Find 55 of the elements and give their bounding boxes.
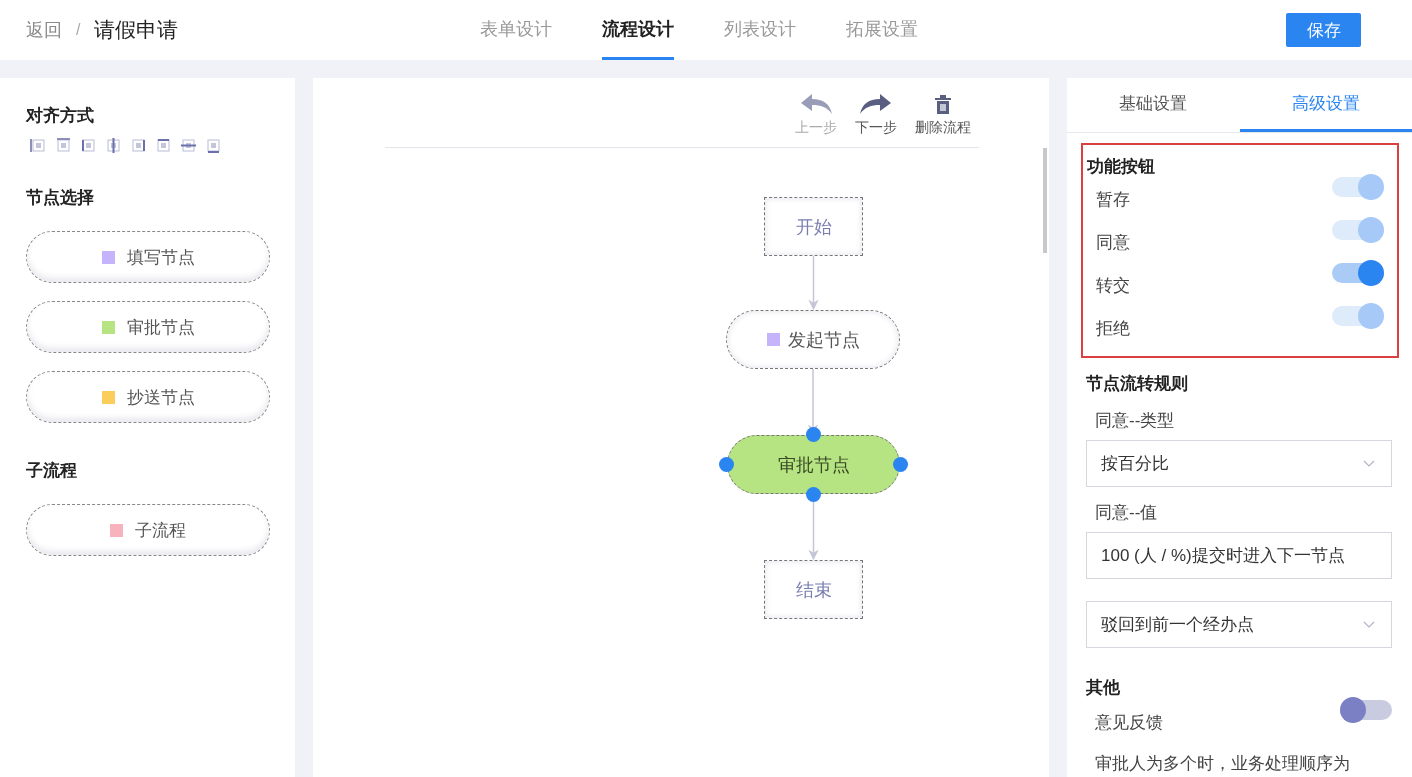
flow-node[interactable]: 结束 <box>764 560 863 619</box>
node-label: 结束 <box>795 578 832 602</box>
delete-button[interactable]: 删除流程 <box>915 95 971 137</box>
toggle-switch[interactable] <box>1340 699 1392 720</box>
select-field[interactable]: 按百分比 <box>1086 440 1392 487</box>
toggle-label: 意见反馈 <box>1095 712 1163 734</box>
node-label: 发起节点 <box>787 328 860 352</box>
align-icon[interactable] <box>105 137 122 154</box>
node-label: 开始 <box>795 215 832 239</box>
select-field[interactable]: 驳回到前一个经办点 <box>1086 601 1392 648</box>
align-icon[interactable] <box>205 137 222 154</box>
toggle-label: 暂存 <box>1096 189 1130 211</box>
align-icon[interactable] <box>80 137 97 154</box>
input-field[interactable]: 100 (人 / %)提交时进入下一节点 <box>1086 532 1392 579</box>
node-label: 审批节点 <box>126 316 195 339</box>
section-title: 节点选择 <box>26 187 95 209</box>
undo-arrow-icon <box>799 93 833 115</box>
flow-node[interactable]: 开始 <box>764 197 863 256</box>
field-label: 同意--类型 <box>1094 410 1176 432</box>
breadcrumb-separator: / <box>76 21 81 39</box>
align-icon[interactable] <box>30 137 47 154</box>
toggle-label: 同意 <box>1096 232 1130 254</box>
settings-tab[interactable]: 高级设置 <box>1239 78 1412 132</box>
node-label: 填写节点 <box>126 246 195 269</box>
settings-tab[interactable]: 基础设置 <box>1067 78 1240 132</box>
toggle-label: 转交 <box>1096 275 1130 297</box>
section-title: 子流程 <box>26 460 78 482</box>
design-tab[interactable]: 流程设计 <box>602 0 674 60</box>
section-title: 其他 <box>1086 677 1121 699</box>
redo-arrow-icon <box>859 93 893 115</box>
flow-node[interactable]: 审批节点 <box>727 435 900 494</box>
node-label: 抄送节点 <box>126 386 195 409</box>
section-title: 对齐方式 <box>26 105 95 127</box>
node-label: 子流程 <box>135 519 186 542</box>
align-icon[interactable] <box>180 137 197 154</box>
flow-arrow <box>808 255 819 311</box>
chevron-down-icon <box>1363 460 1375 467</box>
toggle-switch[interactable] <box>1332 262 1384 283</box>
note-text: 审批人为多个时，业务处理顺序为 <box>1094 753 1351 775</box>
toggle-label: 拒绝 <box>1096 318 1130 340</box>
align-icon[interactable] <box>130 137 147 154</box>
back-link[interactable]: 返回 <box>26 18 62 42</box>
scrollbar-thumb[interactable] <box>1043 148 1047 253</box>
align-icon[interactable] <box>55 137 72 154</box>
node-label: 审批节点 <box>777 453 850 477</box>
flow-node[interactable]: 发起节点 <box>726 310 900 369</box>
section-title: 节点流转规则 <box>1086 373 1189 395</box>
field-label: 同意--值 <box>1094 502 1159 524</box>
save-button[interactable]: 保存 <box>1286 13 1361 47</box>
align-icon[interactable] <box>155 137 172 154</box>
redo-button[interactable]: 下一步 <box>855 93 897 137</box>
section-title: 功能按钮 <box>1087 156 1156 178</box>
page-title: 请假申请 <box>94 17 179 43</box>
trash-icon <box>934 95 952 115</box>
chevron-down-icon <box>1363 621 1375 628</box>
